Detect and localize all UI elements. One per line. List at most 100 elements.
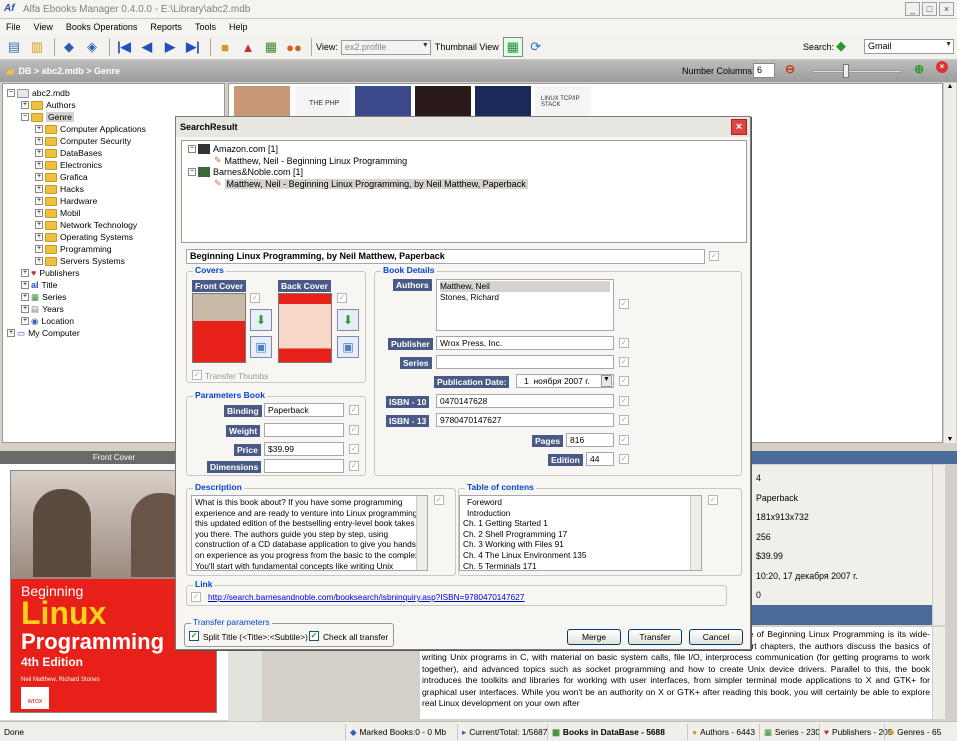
details-scrollbar[interactable]: [932, 465, 945, 625]
tree-item-genre-child[interactable]: + Hardware: [35, 195, 97, 207]
first-record-icon[interactable]: |◀: [114, 37, 134, 57]
expand-icon[interactable]: +: [35, 125, 43, 133]
book-link[interactable]: http://search.barnesandnoble.com/booksea…: [208, 592, 525, 602]
chevron-down-icon[interactable]: ▼: [601, 375, 612, 387]
publication-date-picker[interactable]: 1 ноября 2007 г. ▼: [516, 374, 614, 388]
price-checkbox[interactable]: ✓: [349, 444, 359, 454]
dimensions-field[interactable]: [264, 459, 344, 473]
tree-item-my-computer[interactable]: + ▭ My Computer: [7, 327, 80, 339]
back-cover-checkbox[interactable]: ✓: [337, 293, 347, 303]
expand-icon[interactable]: +: [35, 209, 43, 217]
expand-icon[interactable]: +: [7, 329, 15, 337]
books-icon[interactable]: ▦: [261, 37, 281, 57]
toc-checkbox[interactable]: ✓: [708, 495, 718, 505]
binding-checkbox[interactable]: ✓: [349, 405, 359, 415]
book-thumbnail[interactable]: [234, 86, 290, 116]
toc-textarea-scrollbar[interactable]: [690, 496, 701, 570]
expand-icon[interactable]: +: [35, 161, 43, 169]
merge-button[interactable]: Merge: [567, 629, 621, 645]
book-thumbnail[interactable]: THE PHP: [295, 86, 351, 116]
book-thumbnail[interactable]: LINUX TCP/IP STACK: [535, 86, 591, 116]
new-database-icon[interactable]: ▤: [4, 37, 24, 57]
description-textarea-scrollbar[interactable]: [416, 496, 427, 570]
tree-item-genre-child[interactable]: + Mobil: [35, 207, 81, 219]
book-title-field[interactable]: Beginning Linux Programming, by Neil Mat…: [186, 249, 705, 264]
publication-date-checkbox[interactable]: ✓: [619, 376, 629, 386]
image-back-icon[interactable]: ▣: [337, 336, 359, 358]
view-profile-select[interactable]: ex2.profile ▼: [340, 39, 431, 55]
expand-icon[interactable]: +: [21, 293, 29, 301]
pages-checkbox[interactable]: ✓: [619, 435, 629, 445]
toc-textarea[interactable]: Foreword Introduction Ch. 1 Getting Starte…: [459, 495, 702, 571]
book-thumbnail[interactable]: [415, 86, 471, 116]
tree-item-genre-child[interactable]: + DataBases: [35, 147, 102, 159]
tree-item-genre-child[interactable]: + Electronics: [35, 159, 102, 171]
collapse-icon[interactable]: −: [188, 168, 196, 176]
tree-item-title[interactable]: + aI Title: [21, 279, 57, 291]
add-book-icon[interactable]: ◆: [59, 37, 79, 57]
expand-icon[interactable]: +: [35, 149, 43, 157]
price-field[interactable]: $39.99: [264, 442, 344, 456]
refresh-icon[interactable]: ⟳: [526, 37, 546, 57]
transfer-button[interactable]: Transfer: [628, 629, 682, 645]
number-columns-spinner[interactable]: 6: [753, 63, 775, 78]
open-database-icon[interactable]: ▥: [27, 37, 47, 57]
front-cover-checkbox[interactable]: ✓: [250, 293, 260, 303]
tree-item-genre-child[interactable]: + Network Technology: [35, 219, 137, 231]
zoom-out-icon[interactable]: ⊖: [785, 62, 795, 76]
expand-icon[interactable]: +: [21, 305, 29, 313]
dimensions-checkbox[interactable]: ✓: [349, 461, 359, 471]
authors-checkbox[interactable]: ✓: [619, 299, 629, 309]
tree-item-genre[interactable]: − Genre: [21, 111, 74, 123]
transfer-thumbs-checkbox[interactable]: ✓: [192, 370, 202, 380]
image-front-icon[interactable]: ▣: [250, 336, 272, 358]
tree-item-genre-child[interactable]: + Grafica: [35, 171, 88, 183]
collapse-icon[interactable]: −: [21, 113, 29, 121]
expand-icon[interactable]: +: [35, 257, 43, 265]
expand-icon[interactable]: +: [21, 101, 29, 109]
back-cover-thumb[interactable]: [278, 293, 332, 363]
split-title-checkbox[interactable]: ✓: [189, 631, 199, 641]
edition-field[interactable]: 44: [586, 452, 614, 466]
series-checkbox[interactable]: ✓: [619, 357, 629, 367]
isbn13-checkbox[interactable]: ✓: [619, 415, 629, 425]
front-cover-thumb[interactable]: [192, 293, 246, 363]
minimize-button[interactable]: _: [905, 2, 920, 16]
zoom-slider[interactable]: [812, 70, 902, 73]
publisher-field[interactable]: Wrox Press, Inc.: [436, 336, 614, 350]
binding-field[interactable]: Paperback: [264, 403, 344, 417]
author-item[interactable]: Matthew, Neil: [440, 281, 610, 292]
menu-books-operations[interactable]: Books Operations: [66, 22, 138, 32]
expand-icon[interactable]: +: [35, 185, 43, 193]
series-field[interactable]: [436, 355, 614, 369]
tree-item-genre-child[interactable]: + Servers Systems: [35, 255, 125, 267]
menu-view[interactable]: View: [34, 22, 53, 32]
previous-record-icon[interactable]: ◀: [137, 37, 157, 57]
expand-icon[interactable]: +: [35, 245, 43, 253]
check-all-transfer-checkbox[interactable]: ✓: [309, 631, 319, 641]
menu-file[interactable]: File: [6, 22, 21, 32]
menu-reports[interactable]: Reports: [150, 22, 182, 32]
publisher-checkbox[interactable]: ✓: [619, 338, 629, 348]
result-item-selected[interactable]: ✎ Matthew, Neil - Beginning Linux Progra…: [214, 178, 528, 189]
expand-icon[interactable]: +: [35, 173, 43, 181]
menu-tools[interactable]: Tools: [195, 22, 216, 32]
scroll-down-icon[interactable]: ▼: [944, 436, 956, 443]
book-thumbnail[interactable]: [355, 86, 411, 116]
description-textarea[interactable]: What is this book about? If you have som…: [191, 495, 428, 571]
tree-root[interactable]: − abc2.mdb: [7, 87, 70, 99]
expand-icon[interactable]: +: [35, 233, 43, 241]
author-item[interactable]: Stones, Richard: [440, 292, 610, 303]
result-source-barnes[interactable]: − Barnes&Noble.com [1]: [188, 167, 303, 177]
tree-item-genre-child[interactable]: + Operating Systems: [35, 231, 133, 243]
tree-item-series[interactable]: + ▦ Series: [21, 291, 66, 303]
tree-item-authors[interactable]: + Authors: [21, 99, 76, 111]
expand-icon[interactable]: +: [21, 269, 29, 277]
zoom-slider-handle[interactable]: [843, 64, 849, 78]
next-record-icon[interactable]: ▶: [160, 37, 180, 57]
pages-field[interactable]: 816: [566, 433, 614, 447]
tree-item-genre-child[interactable]: + Computer Security: [35, 135, 131, 147]
weight-field[interactable]: [264, 423, 344, 437]
tree-item-genre-child[interactable]: + Hacks: [35, 183, 84, 195]
tree-item-genre-child[interactable]: + Computer Applications: [35, 123, 146, 135]
